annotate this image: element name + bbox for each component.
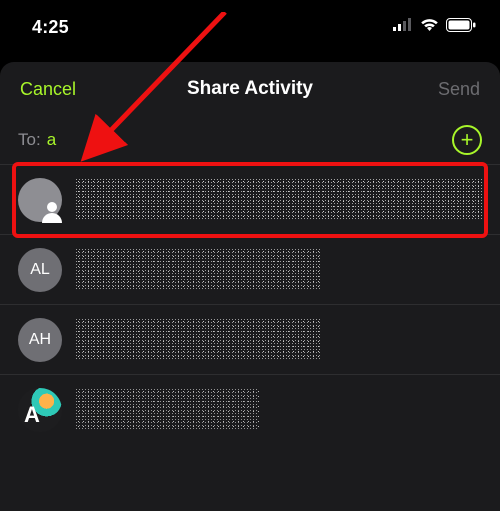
to-field-row: To: + bbox=[0, 116, 500, 164]
share-sheet: Cancel Share Activity Send To: + bbox=[0, 62, 500, 511]
to-label: To: bbox=[18, 130, 41, 150]
avatar-initials: AL bbox=[30, 261, 50, 279]
contact-row[interactable]: A bbox=[0, 375, 500, 445]
avatar: AL bbox=[18, 248, 62, 292]
contact-name-redacted bbox=[76, 179, 482, 221]
cellular-icon bbox=[393, 18, 413, 36]
navigation-bar: Cancel Share Activity Send bbox=[0, 62, 500, 116]
cancel-button[interactable]: Cancel bbox=[20, 79, 98, 100]
add-contact-button[interactable]: + bbox=[452, 125, 482, 155]
status-indicators bbox=[393, 18, 476, 37]
to-input[interactable] bbox=[47, 130, 452, 150]
contact-name-redacted bbox=[76, 319, 482, 361]
contact-row[interactable] bbox=[0, 165, 500, 235]
screen: 4:25 Cancel Share Activity Send To: + bbox=[0, 0, 500, 511]
plus-icon: + bbox=[461, 129, 474, 151]
avatar: AH bbox=[18, 318, 62, 362]
wifi-icon bbox=[420, 18, 439, 37]
status-time: 4:25 bbox=[32, 17, 69, 38]
contact-name-redacted bbox=[76, 249, 482, 291]
contact-row[interactable]: AL bbox=[0, 235, 500, 305]
status-bar: 4:25 bbox=[0, 0, 500, 54]
contact-name-redacted bbox=[76, 389, 482, 431]
battery-icon bbox=[446, 18, 476, 37]
page-title: Share Activity bbox=[98, 78, 402, 100]
avatar: A bbox=[18, 388, 62, 432]
contact-row[interactable]: AH bbox=[0, 305, 500, 375]
avatar bbox=[18, 178, 62, 222]
send-button[interactable]: Send bbox=[402, 79, 480, 100]
avatar-initials: AH bbox=[29, 331, 51, 349]
contact-suggestions: AL AH A bbox=[0, 165, 500, 445]
